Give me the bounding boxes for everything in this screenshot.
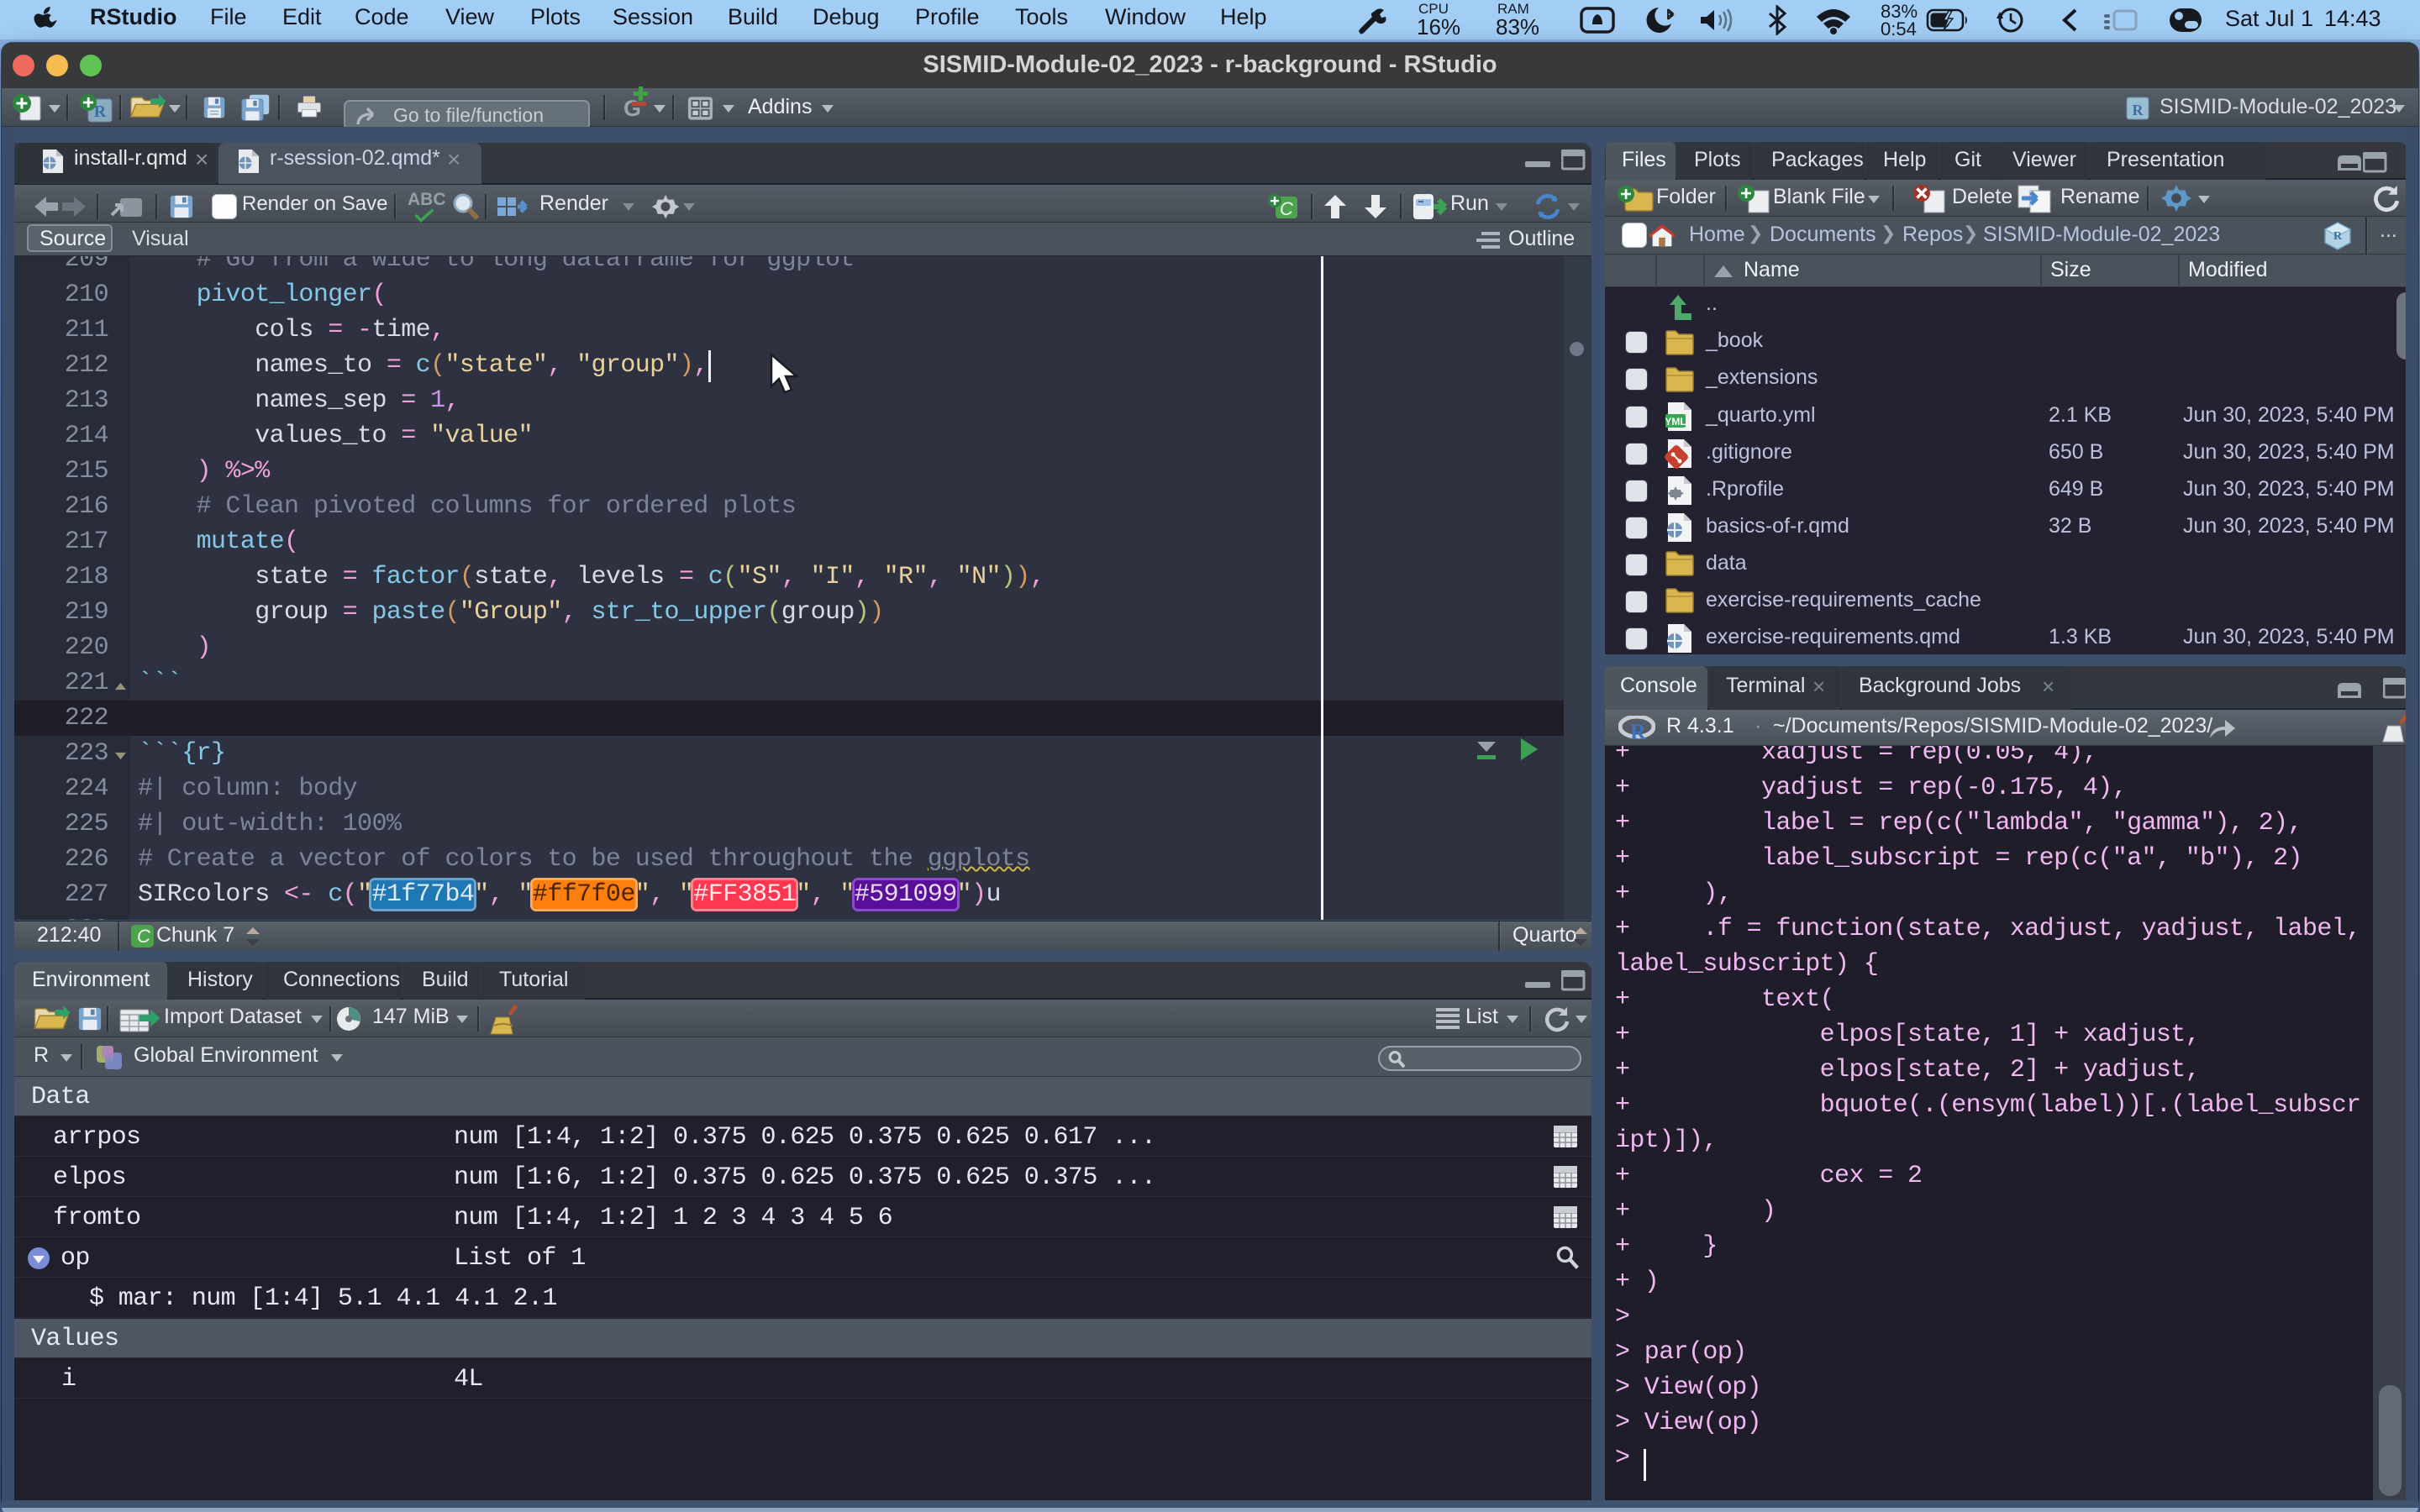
svg-text:R: R [2133, 102, 2144, 118]
svg-text:R: R [2333, 230, 2343, 243]
svg-text:R: R [1630, 720, 1646, 741]
svg-text:YML: YML [1665, 416, 1686, 428]
svg-text:C: C [1280, 198, 1293, 219]
